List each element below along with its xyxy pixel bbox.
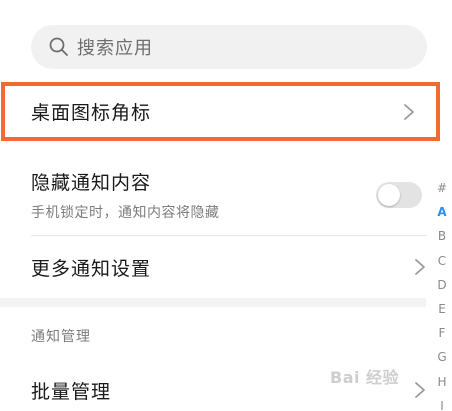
index-letter[interactable]: # xyxy=(437,176,447,200)
more-notification-settings-row[interactable]: 更多通知设置 xyxy=(31,242,427,292)
desktop-icon-badge-label: 桌面图标角标 xyxy=(31,102,152,124)
chevron-right-icon xyxy=(402,102,416,122)
index-letter[interactable]: A xyxy=(437,200,446,224)
index-letter[interactable]: E xyxy=(438,297,446,321)
chevron-right-icon xyxy=(413,257,427,277)
search-bar[interactable]: 搜索应用 xyxy=(31,25,427,69)
hide-notification-content-subtitle: 手机锁定时，通知内容将隐藏 xyxy=(31,205,220,221)
section-title-notification-management: 通知管理 xyxy=(31,329,91,345)
divider xyxy=(31,235,427,236)
batch-manage-label: 批量管理 xyxy=(31,380,112,403)
desktop-icon-badge-row[interactable]: 桌面图标角标 xyxy=(1,82,440,141)
search-icon xyxy=(48,36,70,58)
hide-notification-content-toggle[interactable] xyxy=(376,182,422,208)
index-letter[interactable]: B xyxy=(438,224,446,248)
index-letter[interactable]: C xyxy=(438,249,446,273)
watermark-logo: Bai 经验 xyxy=(330,368,400,387)
alphabet-index[interactable]: # A B C D E F G H I xyxy=(432,176,452,411)
index-letter[interactable]: H xyxy=(437,370,446,394)
index-letter[interactable]: D xyxy=(437,273,446,297)
toggle-knob xyxy=(378,184,400,206)
search-placeholder: 搜索应用 xyxy=(77,38,153,59)
more-notification-settings-label: 更多通知设置 xyxy=(31,257,152,280)
hide-notification-content-row: 隐藏通知内容 手机锁定时，通知内容将隐藏 xyxy=(31,160,427,230)
section-separator xyxy=(0,298,426,307)
index-letter[interactable]: F xyxy=(439,321,446,345)
index-letter[interactable]: G xyxy=(437,345,446,369)
hide-notification-content-label: 隐藏通知内容 xyxy=(31,172,152,194)
index-letter[interactable]: I xyxy=(440,394,444,411)
chevron-right-icon xyxy=(413,380,427,400)
